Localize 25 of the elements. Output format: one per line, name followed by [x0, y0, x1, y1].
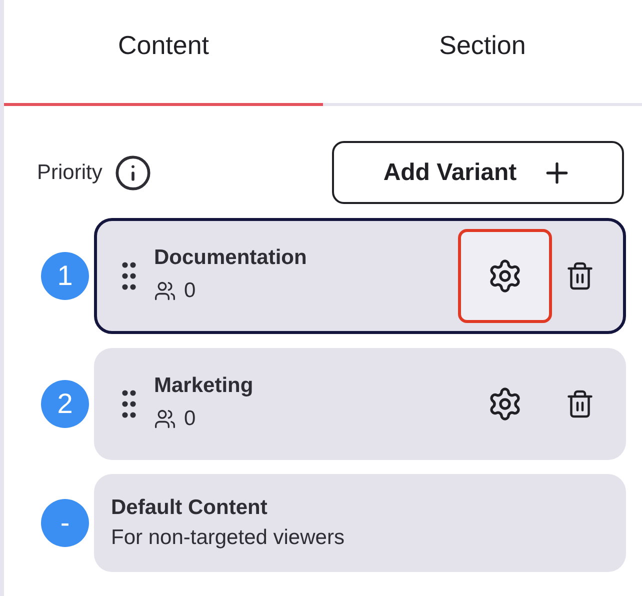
settings-button[interactable] — [461, 232, 549, 320]
priority-label: Priority — [37, 160, 102, 186]
info-icon[interactable] — [114, 154, 152, 192]
add-variant-button[interactable]: Add Variant — [332, 141, 624, 204]
priority-badge: - — [41, 499, 89, 547]
tab[interactable]: Content — [4, 0, 323, 106]
viewers-icon — [154, 408, 176, 430]
viewer-count: 0 — [184, 406, 196, 432]
viewers-icon — [154, 280, 176, 302]
trash-icon — [565, 389, 595, 419]
variant-title: Documentation — [154, 245, 308, 272]
variant-title: Marketing — [154, 373, 254, 400]
drag-handle-icon[interactable] — [122, 389, 136, 419]
trash-icon — [565, 261, 595, 291]
variant-card[interactable]: Documentation 0 — [94, 218, 626, 334]
settings-icon — [487, 386, 523, 422]
drag-handle-icon[interactable] — [122, 261, 136, 291]
priority-badge: 1 — [41, 252, 89, 300]
settings-icon — [487, 258, 523, 294]
tab[interactable]: Section — [323, 0, 642, 106]
default-title: Default Content — [111, 494, 268, 521]
default-subtitle: For non-targeted viewers — [111, 525, 346, 551]
viewer-count: 0 — [184, 278, 196, 304]
variant-card[interactable]: Marketing 0 — [94, 348, 626, 460]
priority-badge: 2 — [41, 380, 89, 428]
